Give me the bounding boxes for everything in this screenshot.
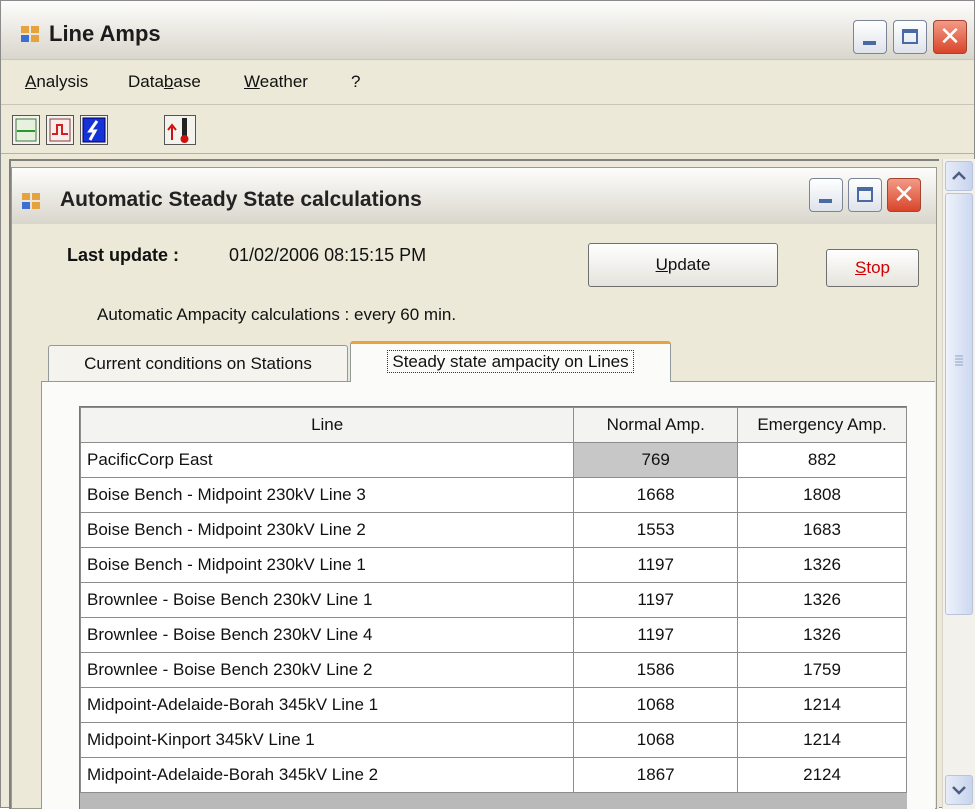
cell-normal-amp[interactable]: 1586 [573,652,739,688]
maximize-icon [902,29,918,44]
menu-analysis[interactable]: Analysis [25,72,88,92]
chevron-down-icon [952,786,966,795]
ampacity-table: Line Normal Amp. Emergency Amp. PacificC… [79,407,907,793]
table-row[interactable]: Brownlee - Boise Bench 230kV Line 2 1586… [79,652,907,688]
cell-normal-amp[interactable]: 1867 [573,757,739,793]
app-window: Line Amps ✕ Analysis Database Weather ? [0,0,975,809]
table-row[interactable]: Midpoint-Adelaide-Borah 345kV Line 2 186… [79,757,907,793]
cell-emergency-amp[interactable]: 1808 [737,477,907,513]
grip-icon [955,355,963,366]
maximize-icon [857,187,873,202]
minimize-button[interactable] [853,20,887,54]
cell-normal-amp[interactable]: 1068 [573,722,739,758]
cell-emergency-amp[interactable]: 1759 [737,652,907,688]
update-button[interactable]: Update [588,243,778,287]
minimize-icon [819,199,832,203]
child-title-bar[interactable]: Automatic Steady State calculations ✕ [12,168,936,224]
menu-bar: Analysis Database Weather ? [1,60,974,105]
cell-normal-amp[interactable]: 1068 [573,687,739,723]
table-row[interactable]: Midpoint-Adelaide-Borah 345kV Line 1 106… [79,687,907,723]
menu-analysis-rest: nalysis [36,72,89,91]
app-icon [21,26,41,44]
line-chart-icon [15,118,37,142]
column-header-normal-amp[interactable]: Normal Amp. [573,407,739,443]
table-row[interactable]: PacificCorp East 769 882 [79,442,907,478]
menu-database[interactable]: Database [128,72,201,92]
cell-emergency-amp[interactable]: 2124 [737,757,907,793]
last-update-label: Last update : [67,245,180,265]
table-row[interactable]: Brownlee - Boise Bench 230kV Line 4 1197… [79,617,907,653]
cell-emergency-amp[interactable]: 1214 [737,687,907,723]
table-header-row: Line Normal Amp. Emergency Amp. [79,407,907,443]
cell-line[interactable]: Boise Bench - Midpoint 230kV Line 1 [79,547,575,583]
child-title: Automatic Steady State calculations [60,188,422,211]
close-icon: ✕ [939,22,961,52]
lightning-icon [82,117,106,143]
cell-line[interactable]: Boise Bench - Midpoint 230kV Line 2 [79,512,575,548]
column-header-line[interactable]: Line [79,407,575,443]
last-update-value: 01/02/2006 08:15:15 PM [229,245,427,265]
line-chart-button[interactable] [12,115,40,145]
pulse-chart-icon [49,118,71,142]
app-title: Line Amps [49,21,161,46]
child-window-icon [22,193,42,211]
cell-normal-amp[interactable]: 1197 [573,617,739,653]
cell-emergency-amp[interactable]: 882 [737,442,907,478]
cell-emergency-amp[interactable]: 1214 [737,722,907,758]
child-maximize-button[interactable] [848,178,882,212]
app-title-bar[interactable]: Line Amps ✕ [1,1,974,60]
table-row[interactable]: Brownlee - Boise Bench 230kV Line 1 1197… [79,582,907,618]
table-row[interactable]: Boise Bench - Midpoint 230kV Line 2 1553… [79,512,907,548]
cell-emergency-amp[interactable]: 1326 [737,617,907,653]
thermometer-button[interactable] [164,115,196,145]
cell-normal-amp[interactable]: 1197 [573,582,739,618]
close-icon: ✕ [893,180,915,210]
menu-weather[interactable]: Weather [244,72,308,92]
cell-line[interactable]: Midpoint-Kinport 345kV Line 1 [79,722,575,758]
pulse-chart-button[interactable] [46,115,74,145]
scroll-thumb[interactable] [945,193,973,615]
auto-calc-text: Automatic Ampacity calculations : every … [97,305,457,324]
cell-line[interactable]: Brownlee - Boise Bench 230kV Line 4 [79,617,575,653]
tab-steady-state-ampacity[interactable]: Steady state ampacity on Lines [350,341,671,382]
table-row[interactable]: Boise Bench - Midpoint 230kV Line 3 1668… [79,477,907,513]
cell-line[interactable]: Brownlee - Boise Bench 230kV Line 1 [79,582,575,618]
vertical-scrollbar[interactable] [942,159,975,809]
lightning-button[interactable] [80,115,108,145]
cell-line[interactable]: Brownlee - Boise Bench 230kV Line 2 [79,652,575,688]
cell-emergency-amp[interactable]: 1326 [737,582,907,618]
cell-emergency-amp[interactable]: 1326 [737,547,907,583]
maximize-button[interactable] [893,20,927,54]
child-close-button[interactable]: ✕ [887,178,921,212]
cell-line[interactable]: Boise Bench - Midpoint 230kV Line 3 [79,477,575,513]
tab-current-conditions[interactable]: Current conditions on Stations [48,345,348,381]
thermometer-icon [167,118,189,143]
ampacity-grid[interactable]: Line Normal Amp. Emergency Amp. PacificC… [79,406,907,809]
cell-line[interactable]: PacificCorp East [79,442,575,478]
menu-help[interactable]: ? [351,72,360,92]
minimize-icon [863,41,876,45]
close-button[interactable]: ✕ [933,20,967,54]
scroll-up-button[interactable] [945,161,973,191]
cell-emergency-amp[interactable]: 1683 [737,512,907,548]
chevron-up-icon [952,171,966,180]
stop-button[interactable]: Stop [826,249,919,287]
cell-normal-amp[interactable]: 769 [573,442,739,478]
column-header-emergency-amp[interactable]: Emergency Amp. [737,407,907,443]
cell-line[interactable]: Midpoint-Adelaide-Borah 345kV Line 1 [79,687,575,723]
cell-line[interactable]: Midpoint-Adelaide-Borah 345kV Line 2 [79,757,575,793]
tab-steady-state-label: Steady state ampacity on Lines [387,350,634,373]
table-row[interactable]: Midpoint-Kinport 345kV Line 1 1068 1214 [79,722,907,758]
cell-normal-amp[interactable]: 1668 [573,477,739,513]
toolbar [1,105,974,154]
table-body: PacificCorp East 769 882 Boise Bench - M… [79,442,907,793]
cell-normal-amp[interactable]: 1553 [573,512,739,548]
scroll-down-button[interactable] [945,775,973,805]
cell-normal-amp[interactable]: 1197 [573,547,739,583]
table-row[interactable]: Boise Bench - Midpoint 230kV Line 1 1197… [79,547,907,583]
child-minimize-button[interactable] [809,178,843,212]
